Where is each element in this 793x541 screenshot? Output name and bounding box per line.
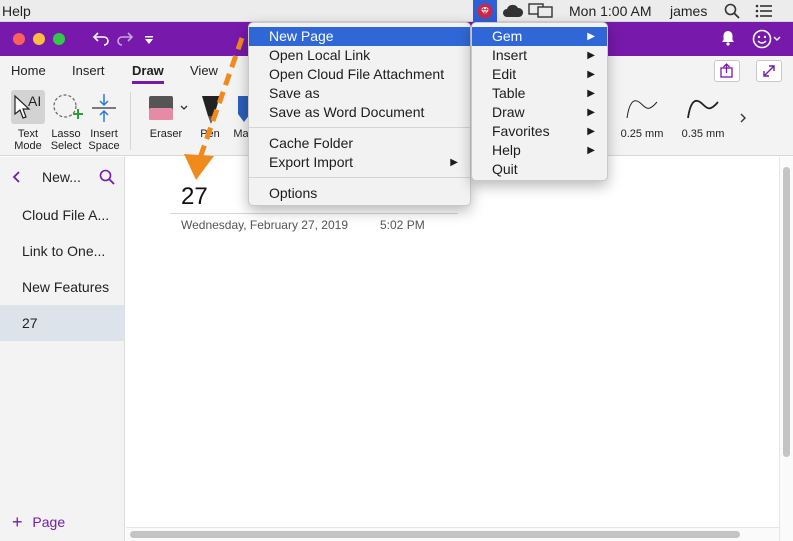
share-icon xyxy=(720,63,733,78)
close-window-button[interactable] xyxy=(13,33,25,45)
submenu-item-draw[interactable]: Draw ▶ xyxy=(472,103,607,122)
submenu-table-label: Table xyxy=(492,85,526,101)
submenu-insert-label: Insert xyxy=(492,47,528,63)
gem-dropdown-menu: New Page Open Local Link Open Cloud File… xyxy=(248,22,471,206)
page-item-new-features[interactable]: New Features xyxy=(0,269,125,305)
ribbon-divider xyxy=(130,92,131,150)
menu-separator xyxy=(249,127,470,128)
text-mode-label: Text Mode xyxy=(14,128,42,152)
submenu-item-edit[interactable]: Edit ▶ xyxy=(472,65,607,84)
thickness-035-label: 0.35 mm xyxy=(681,128,725,140)
menu-item-save-as[interactable]: Save as xyxy=(249,84,470,103)
plus-icon: + xyxy=(12,512,23,532)
menubar-user[interactable]: james xyxy=(670,3,707,19)
menubar-help[interactable]: Help xyxy=(2,3,31,19)
submenu-item-insert[interactable]: Insert ▶ xyxy=(472,46,607,65)
svg-text:AI: AI xyxy=(28,93,41,109)
vertical-scroll-thumb[interactable] xyxy=(783,167,790,457)
expand-icon xyxy=(763,65,775,77)
submenu-arrow-icon: ▶ xyxy=(587,88,595,99)
submenu-item-gem[interactable]: Gem ▶ xyxy=(472,27,607,46)
minimize-window-button[interactable] xyxy=(33,33,45,45)
menu-item-new-page[interactable]: New Page xyxy=(249,27,470,46)
back-chevron-icon[interactable] xyxy=(12,170,22,187)
tab-insert[interactable]: Insert xyxy=(72,63,105,78)
lasso-select-label: Lasso Select xyxy=(50,128,82,152)
page-list-pane: New... Cloud File A... Link to One... Ne… xyxy=(0,157,125,541)
gem-menu-extra-button[interactable] xyxy=(473,0,497,22)
page-date: Wednesday, February 27, 2019 xyxy=(181,218,348,232)
undo-icon[interactable] xyxy=(92,30,110,49)
submenu-arrow-icon: ▶ xyxy=(587,50,595,61)
chevron-right-icon[interactable] xyxy=(739,112,747,127)
submenu-arrow-icon: ▶ xyxy=(587,31,595,42)
submenu-arrow-icon: ▶ xyxy=(587,126,595,137)
menu-separator xyxy=(249,177,470,178)
menu-item-export-import[interactable]: Export Import ▶ xyxy=(249,153,470,172)
thickness-025-label: 0.25 mm xyxy=(620,128,664,140)
horizontal-scrollbar[interactable] xyxy=(126,527,779,541)
thickness-025-option[interactable]: 0.25 mm xyxy=(617,94,667,140)
fullscreen-button[interactable] xyxy=(756,60,782,82)
export-import-label: Export Import xyxy=(269,154,354,170)
submenu-item-quit[interactable]: Quit xyxy=(472,160,607,179)
menu-item-options[interactable]: Options xyxy=(249,184,470,203)
customize-toolbar-icon[interactable] xyxy=(144,33,154,48)
share-button[interactable] xyxy=(714,60,740,82)
horizontal-scroll-thumb[interactable] xyxy=(130,531,740,538)
submenu-arrow-icon: ▶ xyxy=(587,69,595,80)
search-icon[interactable] xyxy=(99,169,115,188)
onedrive-cloud-icon[interactable] xyxy=(502,4,524,21)
section-name[interactable]: New... xyxy=(42,169,81,185)
submenu-arrow-icon: ▶ xyxy=(587,107,595,118)
text-mode-icon: AI xyxy=(14,93,41,119)
section-header: New... xyxy=(0,157,125,197)
page-time: 5:02 PM xyxy=(380,218,425,232)
page-item-link-to-one[interactable]: Link to One... xyxy=(0,233,125,269)
system-menubar: Help Mon 1:00 AM james xyxy=(0,0,793,22)
page-item-27[interactable]: 27 xyxy=(0,305,125,341)
page-item-cloud-file[interactable]: Cloud File A... xyxy=(0,197,125,233)
submenu-draw-label: Draw xyxy=(492,104,525,120)
menubar-clock[interactable]: Mon 1:00 AM xyxy=(569,3,652,19)
thickness-035-option[interactable]: 0.35 mm xyxy=(678,94,728,140)
title-underline xyxy=(170,213,458,214)
menu-item-open-cloud-file[interactable]: Open Cloud File Attachment xyxy=(249,65,470,84)
submenu-item-help[interactable]: Help ▶ xyxy=(472,141,607,160)
insert-space-icon[interactable] xyxy=(90,92,118,127)
redo-icon[interactable] xyxy=(116,30,134,49)
menu-item-cache-folder[interactable]: Cache Folder xyxy=(249,134,470,153)
zoom-window-button[interactable] xyxy=(53,33,65,45)
add-page-label: Page xyxy=(32,514,66,530)
tab-home[interactable]: Home xyxy=(11,63,46,78)
display-mirror-icon[interactable] xyxy=(528,3,554,22)
stroke-035-icon xyxy=(687,99,719,119)
lasso-select-icon[interactable] xyxy=(51,92,85,127)
submenu-gem-label: Gem xyxy=(492,28,523,44)
menu-item-save-as-word[interactable]: Save as Word Document xyxy=(249,103,470,122)
feedback-smiley-icon[interactable] xyxy=(752,29,782,52)
vertical-scrollbar[interactable] xyxy=(779,157,793,541)
text-mode-button[interactable]: AI xyxy=(11,90,45,124)
submenu-edit-label: Edit xyxy=(492,66,517,82)
gem-submenu: Gem ▶ Insert ▶ Edit ▶ Table ▶ Draw ▶ Favorite… xyxy=(471,22,608,181)
submenu-favorites-label: Favorites xyxy=(492,123,550,139)
submenu-item-table[interactable]: Table ▶ xyxy=(472,84,607,103)
menu-item-open-local-link[interactable]: Open Local Link xyxy=(249,46,470,65)
submenu-arrow-icon: ▶ xyxy=(450,157,458,168)
stroke-025-icon xyxy=(626,100,658,119)
notification-center-icon[interactable] xyxy=(755,4,773,21)
submenu-arrow-icon: ▶ xyxy=(587,145,595,156)
notification-bell-icon[interactable] xyxy=(721,30,735,49)
insert-space-label: Insert Space xyxy=(88,128,120,152)
tab-draw[interactable]: Draw xyxy=(132,63,164,84)
submenu-item-favorites[interactable]: Favorites ▶ xyxy=(472,122,607,141)
add-page-button[interactable]: + Page xyxy=(12,512,65,533)
spotlight-search-icon[interactable] xyxy=(724,3,740,22)
submenu-help-label: Help xyxy=(492,142,521,158)
